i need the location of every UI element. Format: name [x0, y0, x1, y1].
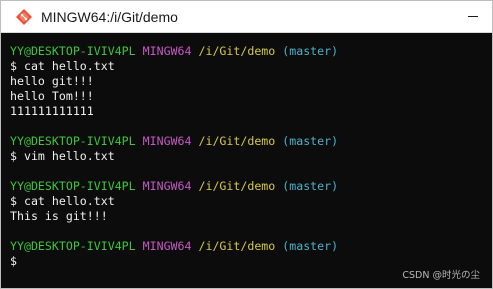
command-line: $ cat hello.txt [10, 59, 115, 73]
output-line: hello git!!! [10, 74, 94, 88]
title-bar[interactable]: MINGW64:/i/Git/demo [1, 1, 492, 33]
prompt-line: YY@DESKTOP-IVIV4PL MINGW64 /i/Git/demo (… [10, 239, 492, 254]
watermark-text: CSDN @时光の尘 [402, 270, 480, 281]
command-line: $ vim hello.txt [10, 149, 115, 163]
prompt-branch: (master) [282, 44, 339, 58]
prompt-user-host: YY@DESKTOP-IVIV4PL [10, 134, 136, 148]
prompt-branch: (master) [282, 239, 339, 253]
prompt-user-host: YY@DESKTOP-IVIV4PL [10, 179, 136, 193]
prompt-line: YY@DESKTOP-IVIV4PL MINGW64 /i/Git/demo (… [10, 134, 492, 149]
prompt-branch: (master) [282, 179, 339, 193]
prompt-path: /i/Git/demo [198, 179, 276, 193]
prompt-path: /i/Git/demo [198, 44, 276, 58]
output-line: 111111111111 [10, 104, 94, 118]
prompt-branch: (master) [282, 134, 339, 148]
output-line: hello Tom!!! [10, 89, 94, 103]
prompt-path: /i/Git/demo [198, 239, 276, 253]
terminal-output[interactable]: YY@DESKTOP-IVIV4PL MINGW64 /i/Git/demo (… [1, 33, 492, 288]
prompt-system: MINGW64 [142, 44, 192, 58]
prompt-system: MINGW64 [142, 134, 192, 148]
terminal-window: MINGW64:/i/Git/demo YY@DESKTOP-IVIV4PL M… [0, 0, 493, 289]
command-line: $ cat hello.txt [10, 194, 115, 208]
prompt-system: MINGW64 [142, 179, 192, 193]
prompt-path: /i/Git/demo [198, 134, 276, 148]
prompt-system: MINGW64 [142, 239, 192, 253]
minimize-icon [468, 16, 478, 17]
prompt-user-host: YY@DESKTOP-IVIV4PL [10, 44, 136, 58]
output-line: This is git!!! [10, 209, 108, 223]
prompt-user-host: YY@DESKTOP-IVIV4PL [10, 239, 136, 253]
prompt-line: YY@DESKTOP-IVIV4PL MINGW64 /i/Git/demo (… [10, 44, 492, 59]
git-diamond-icon [15, 8, 33, 26]
minimize-button[interactable] [446, 1, 492, 32]
prompt-line: YY@DESKTOP-IVIV4PL MINGW64 /i/Git/demo (… [10, 179, 492, 194]
window-title: MINGW64:/i/Git/demo [41, 9, 178, 25]
